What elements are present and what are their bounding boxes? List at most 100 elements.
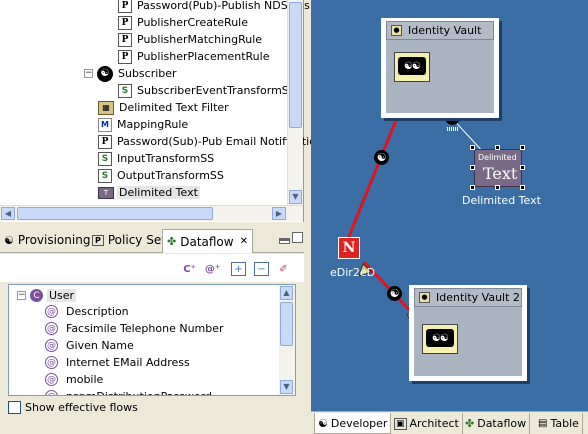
stylesheet-icon: S xyxy=(118,83,132,98)
collapse-toggle[interactable]: − xyxy=(17,291,26,300)
collapse-toggle[interactable]: − xyxy=(84,69,93,78)
driver-icon: T xyxy=(98,186,114,199)
scroll-right-button[interactable]: ▶ xyxy=(272,207,286,220)
checkbox-box[interactable] xyxy=(8,401,21,414)
architect-icon: ▣ xyxy=(394,417,407,430)
maximize-icon[interactable] xyxy=(292,232,303,243)
add-attribute-icon[interactable]: @⁺ xyxy=(205,262,220,276)
subscriber-channel-icon[interactable]: ☯ xyxy=(387,286,402,301)
selection-handle[interactable] xyxy=(470,185,475,190)
tab-policy-set[interactable]: P Policy Set xyxy=(88,229,170,251)
class-row-user[interactable]: − C User xyxy=(17,289,77,302)
scrollbar-thumb[interactable] xyxy=(289,2,302,128)
attribute-icon: @ xyxy=(45,373,58,386)
dataflow-icon: ✤ xyxy=(167,235,177,248)
attribute-row[interactable]: @ Internet EMail Address xyxy=(45,354,190,371)
tree-horizontal-scrollbar[interactable]: ◀ ▶ xyxy=(0,205,303,221)
stylesheet-icon: S xyxy=(98,168,112,183)
scrollbar-thumb[interactable] xyxy=(17,207,213,220)
selection-handle[interactable] xyxy=(470,165,475,170)
attribute-vertical-scrollbar[interactable]: ▲ ▼ xyxy=(279,285,295,395)
selection-handle[interactable] xyxy=(495,185,500,190)
collapse-all-icon[interactable]: − xyxy=(254,262,269,276)
identity-vault-box[interactable]: ● Identity Vault ☯☯ xyxy=(381,18,499,118)
tree-item[interactable]: ▦ Delimited Text Filter xyxy=(98,99,231,116)
table-icon: ▤ xyxy=(538,418,548,429)
subscriber-icon: ☯ xyxy=(97,65,113,82)
vault-icon: ☯☯ xyxy=(394,52,430,82)
attribute-icon: @ xyxy=(45,356,58,369)
attribute-icon: @ xyxy=(45,390,58,395)
tab-dataflow-perspective[interactable]: ✤ Dataflow xyxy=(462,413,531,434)
scroll-down-button[interactable]: ▼ xyxy=(289,190,302,204)
tab-developer[interactable]: ☯ Developer xyxy=(314,413,392,434)
attribute-icon: @ xyxy=(45,305,58,318)
scroll-up-button[interactable]: ▲ xyxy=(280,286,293,300)
developer-icon: ☯ xyxy=(318,416,328,430)
attribute-row[interactable]: @ mobile xyxy=(45,371,103,388)
minimize-icon[interactable] xyxy=(279,238,290,244)
policy-icon: P xyxy=(118,15,132,30)
tab-dataflow[interactable]: ✤ Dataflow ✕ xyxy=(162,229,253,253)
tree-item-subscriber[interactable]: − ☯ Subscriber xyxy=(84,65,179,82)
tree-item[interactable]: M MappingRule xyxy=(98,116,190,133)
attribute-row[interactable]: @ Facsimile Telephone Number xyxy=(45,320,224,337)
tree-item[interactable]: S SubscriberEventTransformSS xyxy=(118,82,298,99)
scroll-down-button[interactable]: ▼ xyxy=(280,380,293,394)
vault-header-icon: ● xyxy=(419,292,430,303)
tree-item[interactable]: P PublisherPlacementRule xyxy=(118,48,271,65)
selection-handle[interactable] xyxy=(495,145,500,150)
scrollbar-thumb[interactable] xyxy=(280,302,293,346)
view-tab-bar: ☯ Provisioning P Policy Set ✤ Dataflow ✕ xyxy=(0,226,304,253)
attribute-row[interactable]: @ Given Name xyxy=(45,337,134,354)
policy-set-icon: P xyxy=(92,234,104,246)
tree-item[interactable]: S OutputTransformSS xyxy=(98,167,226,184)
dataflow-icon: ✤ xyxy=(465,417,475,430)
attribute-row[interactable]: @ nspmDistributionPassword xyxy=(45,388,212,395)
tree-item[interactable]: P Password(Pub)-Publish NDS Pas xyxy=(118,0,312,14)
vault-header: ● Identity Vault xyxy=(386,21,494,40)
tree-item[interactable]: P PublisherCreateRule xyxy=(118,14,250,31)
tree-item[interactable]: P Password(Sub)-Pub Email Notificatio xyxy=(98,133,318,150)
edir-driver-icon[interactable]: N xyxy=(338,237,360,259)
delimited-text-driver[interactable]: Delimited Text xyxy=(470,145,525,190)
tab-table[interactable]: ▤ Table xyxy=(535,413,583,434)
mapping-icon: M xyxy=(98,117,112,132)
vault-header-icon: ● xyxy=(391,25,402,36)
attribute-icon: @ xyxy=(45,322,58,335)
tree-item[interactable]: P PublisherMatchingRule xyxy=(118,31,264,48)
selection-handle[interactable] xyxy=(520,145,525,150)
flow-line xyxy=(343,97,407,247)
vault-icon: ☯☯ xyxy=(422,324,458,354)
stylesheet-icon: S xyxy=(98,151,112,166)
expand-all-icon[interactable]: + xyxy=(231,262,246,276)
filter-icon: ▦ xyxy=(98,100,114,115)
selection-handle[interactable] xyxy=(520,185,525,190)
tree-item[interactable]: S InputTransformSS xyxy=(98,150,216,167)
class-icon: C xyxy=(30,289,43,302)
scroll-left-button[interactable]: ◀ xyxy=(1,207,15,220)
selection-handle[interactable] xyxy=(520,165,525,170)
attribute-row[interactable]: @ Description xyxy=(45,303,129,320)
subscriber-channel-icon[interactable]: ☯ xyxy=(374,150,389,165)
add-class-icon[interactable]: C⁺ xyxy=(182,262,197,276)
dataflow-attribute-tree[interactable]: − C User @ Description @ Facsimile Telep… xyxy=(8,284,296,396)
close-tab-icon[interactable]: ✕ xyxy=(240,236,248,247)
identity-vault-2-box[interactable]: ● Identity Vault 2 ☯☯ xyxy=(409,285,527,381)
policy-icon: P xyxy=(118,32,132,47)
show-effective-flows-checkbox[interactable]: Show effective flows xyxy=(8,401,138,414)
tree-item-selected[interactable]: T Delimited Text xyxy=(98,184,200,201)
clear-icon[interactable]: ✐ xyxy=(276,262,291,276)
selection-handle[interactable] xyxy=(470,145,475,150)
tab-provisioning[interactable]: ☯ Provisioning xyxy=(0,229,94,251)
tree-vertical-scrollbar[interactable]: ▼ xyxy=(287,0,303,205)
dataflow-toolbar: C⁺ @⁺ + − ✐ xyxy=(0,254,304,282)
policy-icon: P xyxy=(118,49,132,64)
tab-architect[interactable]: ▣ Architect xyxy=(391,413,463,434)
edir-driver-label: eDir2eD xyxy=(330,266,376,279)
attribute-icon: @ xyxy=(45,339,58,352)
vault-header: ● Identity Vault 2 xyxy=(414,288,522,307)
modeler-canvas[interactable]: ☯ ☯ ☯ ● Identity Vault ☯☯ ● Identity Vau… xyxy=(311,0,588,411)
policy-icon: P xyxy=(98,134,112,149)
policy-tree[interactable]: P Password(Pub)-Publish NDS Pas P Publis… xyxy=(0,0,316,222)
